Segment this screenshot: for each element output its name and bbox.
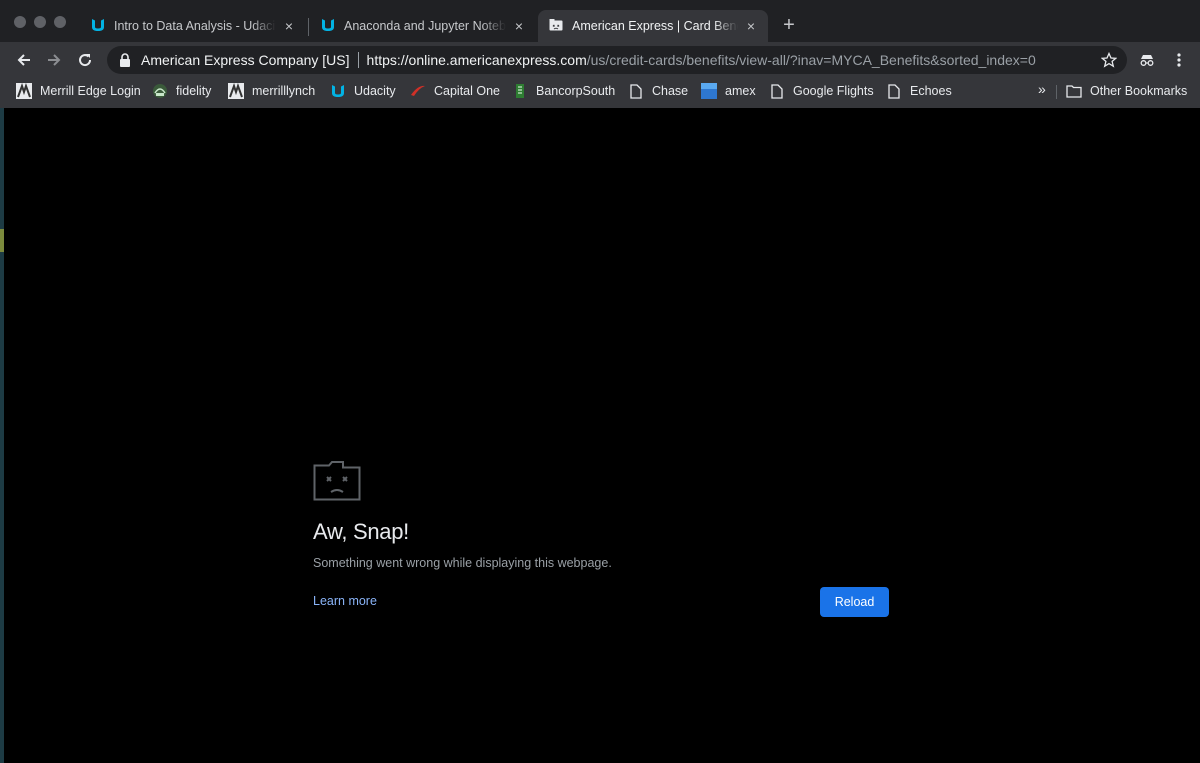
tab-close-icon[interactable]: × [282,18,296,34]
lock-icon [120,53,130,67]
udacity-icon [90,17,106,36]
bookmark-chase[interactable]: Chase [628,83,688,99]
folder-icon [1066,83,1082,99]
bookmark-label: Google Flights [793,84,874,98]
bookmark-amex[interactable]: amex [701,83,756,99]
error-title: Aw, Snap! [313,519,409,544]
bookmark-echoes[interactable]: Echoes [886,83,952,99]
bookmark-label: fidelity [176,84,212,98]
bookmark-label: Udacity [354,84,396,98]
bookmark-label: Merrill Edge Login [40,84,141,98]
window-minimize-button[interactable] [34,16,46,28]
window-close-button[interactable] [14,16,26,28]
amex-favicon [701,83,717,99]
page-icon [628,83,644,99]
bookmark-capital-one[interactable]: Capital One [410,83,500,99]
bookmark-udacity[interactable]: Udacity [330,83,396,99]
bookmark-label: merrilllynch [252,84,316,98]
udacity-favicon [330,83,346,99]
forward-button[interactable] [42,48,66,72]
merrill-favicon [228,83,244,99]
error-message: Something went wrong while displaying th… [313,556,612,570]
bookmark-google-flights[interactable]: Google Flights [769,83,874,99]
udacity-icon [320,17,336,36]
learn-more-link[interactable]: Learn more [313,594,377,608]
browser-chrome: Intro to Data Analysis - Udacity × Anaco… [0,0,1200,108]
sad-tab-icon [313,459,361,506]
back-button[interactable] [12,48,36,72]
bookmark-label: Echoes [910,84,952,98]
address-bar[interactable]: American Express Company [US] https://on… [107,46,1127,74]
tab-title: American Express | Card Benefits [572,19,738,33]
other-bookmarks-label: Other Bookmarks [1090,84,1188,98]
tab-american-express[interactable]: American Express | Card Benefits × [538,10,768,42]
bancorpsouth-favicon [512,83,528,99]
page-content [4,108,1200,763]
back-arrow-icon [17,54,30,66]
window-zoom-button[interactable] [54,16,66,28]
refresh-icon [79,54,92,67]
tab-title: Intro to Data Analysis - Udacity [114,19,276,33]
tab-title: Anaconda and Jupyter Notebooks [344,19,506,33]
bookmark-star-button[interactable] [1097,48,1121,72]
new-tab-button[interactable]: + [779,14,799,37]
tab-separator [308,18,309,36]
bookmark-label: Chase [652,84,689,98]
bookmark-fidelity[interactable]: fidelity [152,83,211,99]
bookmark-label: amex [725,84,756,98]
more-vert-icon [1177,53,1181,67]
toolbar: American Express Company [US] https://on… [0,42,1200,78]
sad-folder-icon [548,17,564,36]
bookmark-label: Capital One [434,84,501,98]
reload-button[interactable]: Reload [820,587,889,617]
forward-arrow-icon [48,54,61,66]
tab-strip: Intro to Data Analysis - Udacity × Anaco… [0,0,1200,42]
page-icon [886,83,902,99]
tab-close-icon[interactable]: × [512,18,526,34]
bookmarks-overflow-button[interactable]: » [1038,81,1046,97]
bookmarks-divider [1056,85,1057,99]
bookmarks-bar: Merrill Edge Login fidelity merrilllynch… [0,78,1200,106]
menu-button[interactable] [1167,48,1191,72]
reload-page-button[interactable] [73,48,97,72]
url-host: https://online.americanexpress.com [366,52,587,68]
incognito-profile-button[interactable] [1135,48,1159,72]
omnibox-divider [357,52,359,68]
other-bookmarks-folder[interactable]: Other Bookmarks [1066,83,1187,99]
bookmark-label: BancorpSouth [536,84,616,98]
fidelity-favicon [152,83,168,99]
merrill-favicon [16,83,32,99]
incognito-icon [1140,55,1154,66]
star-icon [1101,52,1117,68]
ev-certificate-label[interactable]: American Express Company [US] [141,52,350,68]
tab-anaconda[interactable]: Anaconda and Jupyter Notebooks × [310,10,536,42]
bookmark-merrill-edge-login[interactable]: Merrill Edge Login [16,83,141,99]
tab-udacity[interactable]: Intro to Data Analysis - Udacity × [80,10,306,42]
page-icon [769,83,785,99]
bookmark-bancorpsouth[interactable]: BancorpSouth [512,83,615,99]
url-path: /us/credit-cards/benefits/view-all/?inav… [586,52,1036,68]
capital-one-favicon [410,83,426,99]
tab-close-icon[interactable]: × [744,18,758,34]
bookmark-merrilllynch[interactable]: merrilllynch [228,83,315,99]
